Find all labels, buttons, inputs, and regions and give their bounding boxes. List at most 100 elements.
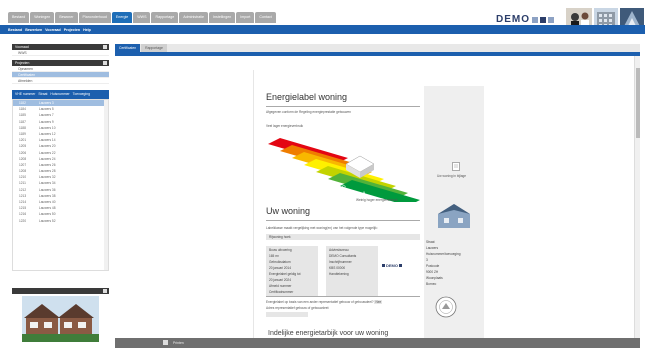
- vhe-list[interactable]: 1182 Lauwers 3 1184 Lauwers 5 1185 Lauwers 71…: [12, 99, 109, 271]
- menu-item-projecten[interactable]: Projecten: [64, 28, 80, 32]
- main-tabs: Bestand Woningen Bewoner Planonderhoud Energ…: [8, 12, 276, 23]
- content-area: Certificaten Rapportage Energielabel woni…: [115, 44, 640, 348]
- address-line: Borneo: [426, 282, 437, 286]
- collapse-icon[interactable]: [103, 45, 107, 49]
- certification-seal-icon: [435, 296, 457, 318]
- document-title: Energielabel woning: [266, 92, 348, 102]
- menu-item-voorraad[interactable]: Voorraad: [45, 28, 61, 32]
- question-1: Energielabel op basis van een ander repr…: [266, 300, 383, 304]
- document-icon: [452, 162, 460, 171]
- main-tab-contact[interactable]: Contact: [255, 12, 276, 23]
- question-2: Adres representatief gebouw of gebouwdee…: [266, 306, 330, 310]
- question-1-answer: Nee: [374, 300, 383, 304]
- info-line: Bouw uitvoering: [269, 248, 292, 252]
- vertical-scrollbar[interactable]: [634, 56, 640, 340]
- address-line: Straat: [426, 240, 435, 244]
- sub-tabs: Certificaten Rapportage: [115, 44, 167, 52]
- info-line: Certificatnummer: [269, 290, 294, 294]
- info-line: Gebruiksdatum: [269, 260, 291, 264]
- tab-rapportage[interactable]: Rapportage: [141, 44, 167, 52]
- woning-type: Rijwoning hoek: [269, 235, 291, 239]
- info-line: KBS 00000: [329, 266, 346, 270]
- info-line: 20 januari 2014: [269, 266, 291, 270]
- app-window: Bestand Woningen Bewoner Planonderhoud Energ…: [0, 0, 645, 360]
- meer-label: Veel lager energieverbruik: [266, 124, 304, 128]
- list-scrollbar[interactable]: [104, 100, 108, 270]
- logo-text: DEMO: [386, 263, 398, 268]
- right-info-box: Adviesbureau DEMO Consultants Inschrijfnum…: [326, 246, 378, 296]
- main-tab-woningen[interactable]: Woningen: [30, 12, 55, 23]
- main-tab-planonderhoud[interactable]: Planonderhoud: [78, 12, 111, 23]
- menu-bar: Bestand Bewerken Voorraad Projecten Help: [0, 25, 645, 34]
- question-1-text: Energielabel op basis van een ander repr…: [266, 300, 374, 304]
- document-viewer[interactable]: Energielabel woning Afgegeven conform de…: [115, 56, 640, 340]
- vhe-number: 1220: [19, 218, 27, 223]
- question-2-field: [266, 312, 308, 317]
- main-tab-wws[interactable]: WWS: [133, 12, 151, 23]
- woning-photo-panel: [12, 288, 109, 344]
- panel-title: Projecten: [15, 61, 30, 65]
- print-label[interactable]: Printen: [173, 338, 184, 348]
- section-title: Uw woning: [266, 206, 311, 216]
- logo-square: [548, 16, 554, 23]
- panel-title: Voorraad: [15, 45, 29, 49]
- minder-label: Weinig hoger energieverbruik: [356, 198, 398, 202]
- logo-square: [540, 16, 546, 23]
- main-tab-rapportage[interactable]: Rapportage: [151, 12, 179, 23]
- main-tab-instellingen[interactable]: Instellingen: [209, 12, 236, 23]
- logo-mark: [382, 264, 385, 267]
- logo-square: [532, 16, 538, 23]
- label-letter: B: [342, 186, 346, 192]
- menu-item-bestand[interactable]: Bestand: [8, 28, 22, 32]
- collapse-icon[interactable]: [103, 289, 107, 293]
- sidecol-note: Uw woning in bijlage: [437, 174, 467, 178]
- left-sidebar: Voorraad WWS Projecten Opnamen Certificat…: [12, 44, 109, 348]
- column-header[interactable]: VHE nummer: [15, 90, 35, 99]
- menu-item-bewerken[interactable]: Bewerken: [25, 28, 42, 32]
- main-tab-bestand[interactable]: Bestand: [8, 12, 30, 23]
- list-item[interactable]: 1220 Lauwers 52: [13, 218, 108, 224]
- left-info-box: Bouw uitvoering 165 m² Gebruiksdatum 20 jan…: [266, 246, 318, 296]
- address-line: Postcode: [426, 264, 440, 268]
- info-line: DEMO Consultants: [329, 254, 357, 258]
- top-tab-strip: Bestand Woningen Bewoner Planonderhoud Energ…: [8, 12, 645, 25]
- print-icon[interactable]: [163, 340, 168, 345]
- brand-logo: DEMO: [496, 14, 554, 25]
- vhe-list-header: VHE nummer Straat Huisnummer Toevoeging: [12, 90, 109, 99]
- address-line: Woonplaats: [426, 276, 443, 280]
- info-line: Adviesbureau: [329, 248, 349, 252]
- main-tab-bewoner[interactable]: Bewoner: [55, 12, 78, 23]
- column-header[interactable]: Huisnummer: [50, 90, 69, 99]
- tab-certificaten[interactable]: Certificaten: [115, 44, 141, 52]
- scroll-thumb[interactable]: [636, 68, 640, 138]
- main-tab-energie[interactable]: Energie: [111, 12, 133, 23]
- divider: [266, 296, 420, 297]
- panel-projecten-header[interactable]: Projecten: [12, 60, 109, 66]
- photo-panel-header: [12, 288, 109, 294]
- footer-title: Indelijke energietarbijk voor uw woning: [268, 330, 389, 337]
- info-line: Inschrijfnummer: [329, 260, 352, 264]
- address-line: Huisnummer/toevoeging: [426, 252, 461, 256]
- column-header[interactable]: Straat: [38, 90, 47, 99]
- panel-voorraad-header[interactable]: Voorraad: [12, 44, 109, 50]
- collapse-icon[interactable]: [103, 61, 107, 65]
- street-address: Lauwers 52: [39, 218, 56, 223]
- menu-item-help[interactable]: Help: [83, 28, 91, 32]
- info-line: Handtekening: [329, 272, 349, 276]
- woning-type-box: Rijwoning hoek: [266, 234, 420, 240]
- document-subtitle: Afgegeven conform de Regeling energiepre…: [266, 110, 351, 114]
- info-line: Afmeld nummer: [269, 284, 292, 288]
- divider: [266, 220, 420, 221]
- column-header[interactable]: Toevoeging: [73, 90, 90, 99]
- address-line: Lauwers: [426, 246, 439, 250]
- bottom-toolbar: Printen: [115, 338, 640, 348]
- energy-label-document: Energielabel woning Afgegeven conform de…: [253, 70, 484, 340]
- address-line: 9000 ZH: [426, 270, 439, 274]
- section-intro: Labelklasse maakt vergelijking met wonin…: [266, 226, 378, 230]
- divider: [266, 106, 420, 107]
- info-line: 165 m²: [269, 254, 279, 258]
- energy-label-graphic: A B: [268, 138, 420, 202]
- logo-mark: [399, 264, 402, 267]
- main-tab-import[interactable]: Import: [236, 12, 255, 23]
- main-tab-administratie[interactable]: Administratie: [179, 12, 209, 23]
